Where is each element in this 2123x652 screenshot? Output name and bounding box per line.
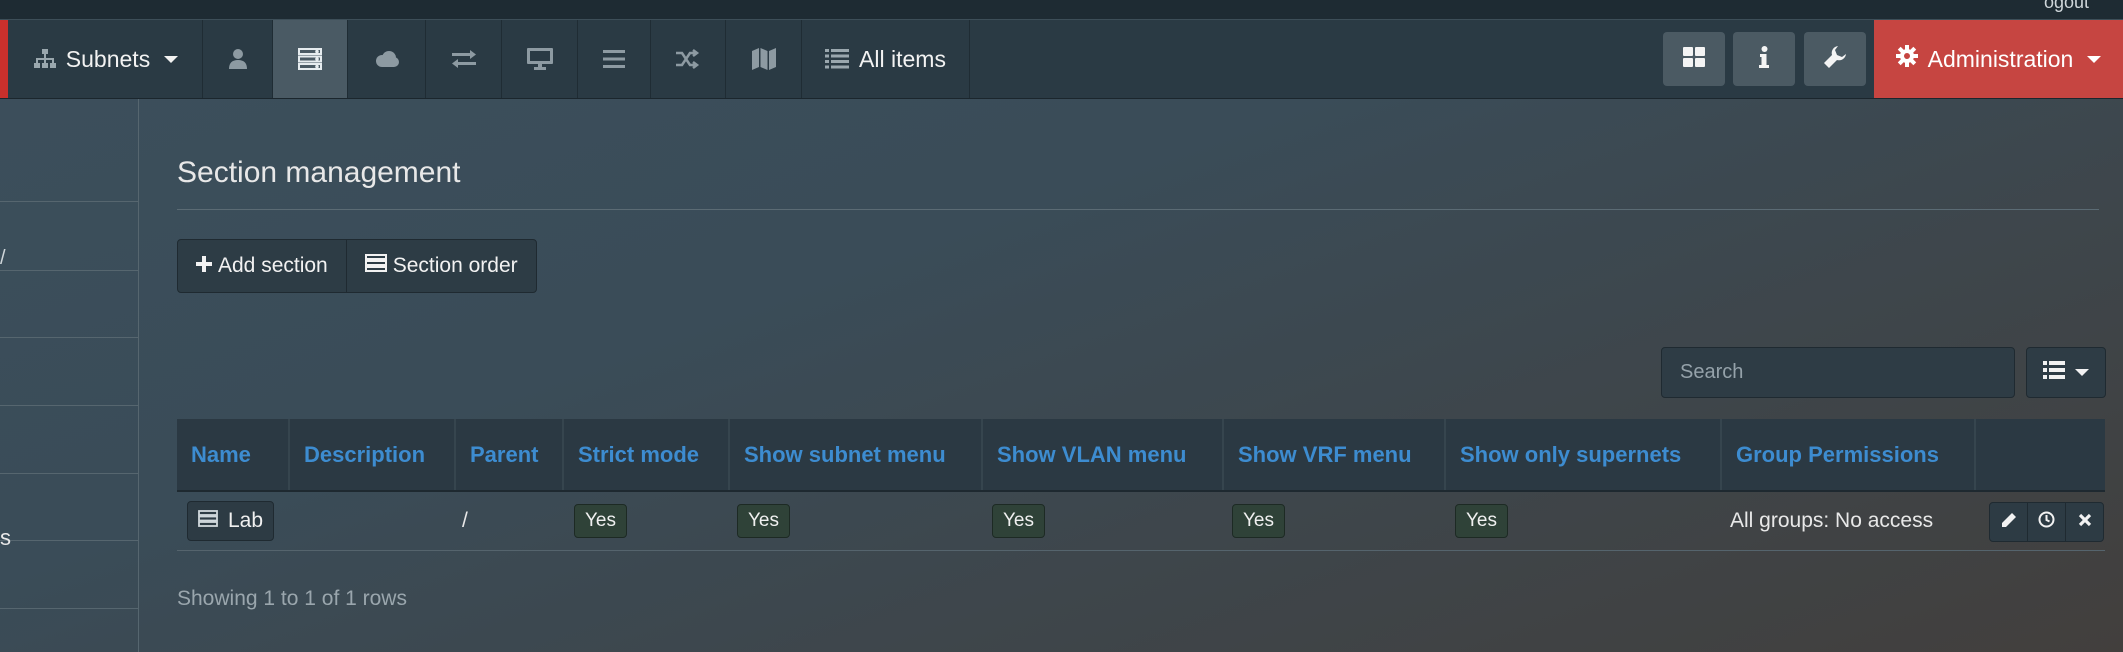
status-badge: Yes [992, 504, 1045, 538]
bars-icon [603, 50, 625, 68]
random-icon [676, 49, 700, 69]
top-strip: ogout [0, 0, 2123, 20]
list-icon [2043, 361, 2065, 384]
column-header-strict-mode[interactable]: Strict mode [564, 419, 730, 490]
sidebar-item[interactable] [0, 270, 138, 271]
monitor-icon [526, 48, 553, 70]
logout-link-partial[interactable]: ogout [2044, 0, 2089, 13]
section-order-button[interactable]: Section order [345, 240, 536, 292]
column-header-name[interactable]: Name [177, 419, 290, 490]
info-button[interactable] [1733, 32, 1795, 86]
columns-toggle-button[interactable] [2026, 347, 2106, 398]
history-button[interactable] [2027, 503, 2065, 541]
exchange-icon [451, 50, 476, 68]
cell-strict-mode: Yes [574, 492, 627, 550]
wrench-icon [1824, 45, 1846, 73]
column-header-description[interactable]: Description [290, 419, 456, 490]
delete-button[interactable] [2065, 503, 2103, 541]
edit-button[interactable] [1990, 503, 2027, 541]
chevron-down-icon [2087, 55, 2102, 63]
status-badge: Yes [737, 504, 790, 538]
gear-icon [1895, 45, 1918, 73]
sidebar-item[interactable] [0, 608, 138, 609]
status-badge: Yes [574, 504, 627, 538]
administration-menu[interactable]: Administration [1874, 20, 2123, 98]
cell-parent: / [462, 509, 468, 532]
cloud-icon [374, 50, 400, 68]
sidebar-item[interactable] [0, 405, 138, 406]
user-icon [228, 49, 247, 69]
column-header-show-vlan-menu[interactable]: Show VLAN menu [983, 419, 1224, 490]
nav-sections[interactable] [273, 20, 348, 98]
column-header-show-subnet-menu[interactable]: Show subnet menu [730, 419, 983, 490]
server-icon [198, 509, 218, 533]
server-icon [364, 254, 387, 278]
section-name-button[interactable]: Lab [187, 501, 275, 541]
column-header-actions [1976, 419, 2105, 490]
nav-all-items-label: All items [859, 45, 946, 72]
dashboard-icon [1683, 46, 1705, 72]
page-title: Section management [177, 156, 461, 189]
column-header-show-only-supernets[interactable]: Show only supernets [1446, 419, 1722, 490]
title-divider [177, 209, 2099, 210]
status-badge: Yes [1455, 504, 1508, 538]
sidebar-item[interactable] [0, 337, 138, 338]
sidebar-item[interactable] [0, 201, 138, 202]
chevron-down-icon [164, 55, 179, 63]
sidebar-item-label[interactable]: s [0, 525, 11, 551]
status-badge: Yes [1232, 504, 1285, 538]
close-icon [2078, 513, 2092, 532]
info-icon [1759, 45, 1769, 73]
row-actions [1989, 502, 2104, 542]
column-header-parent[interactable]: Parent [456, 419, 564, 490]
chevron-down-icon [2075, 369, 2089, 376]
nav-exchange[interactable] [426, 20, 502, 98]
nav-subnets-label: Subnets [65, 45, 151, 72]
sidebar-partial-mark: / [0, 247, 6, 269]
column-header-show-vrf-menu[interactable]: Show VRF menu [1224, 419, 1446, 490]
nav-users[interactable] [203, 20, 273, 98]
navbar: Subnets All items Administration [0, 20, 2123, 99]
search-input[interactable] [1661, 347, 2015, 398]
nav-map[interactable] [726, 20, 802, 98]
nav-devices[interactable] [502, 20, 578, 98]
add-section-label: Add section [218, 254, 328, 277]
sitemap-icon [33, 49, 56, 69]
sidebar-item[interactable] [0, 540, 138, 541]
server-icon [298, 48, 322, 70]
map-icon [751, 48, 776, 70]
navbar-accent [0, 20, 8, 98]
cell-group-permissions: All groups: No access [1730, 509, 1934, 532]
nav-subnets[interactable]: Subnets [10, 20, 203, 98]
cell-show-vrf-menu: Yes [1232, 492, 1285, 550]
pagination-info: Showing 1 to 1 of 1 rows [177, 587, 407, 610]
add-section-button[interactable]: Add section [178, 240, 346, 292]
tools-button[interactable] [1804, 32, 1866, 86]
table-header: Name Description Parent Strict mode Show… [177, 419, 2105, 492]
administration-label: Administration [1927, 45, 2074, 72]
section-order-label: Section order [392, 254, 518, 277]
cell-show-subnet-menu: Yes [737, 492, 790, 550]
plus-icon [196, 254, 212, 278]
nav-cloud[interactable] [348, 20, 426, 98]
sidebar: / s [0, 99, 139, 652]
sidebar-item[interactable] [0, 473, 138, 474]
pencil-icon [2001, 512, 2017, 533]
column-header-group-permissions[interactable]: Group Permissions [1722, 419, 1976, 490]
cell-name: Lab [187, 492, 275, 550]
clock-icon [2038, 511, 2055, 533]
table-row: Lab / Yes Yes Yes Yes Yes All groups: No… [177, 492, 2105, 551]
section-name-label: Lab [228, 509, 264, 532]
nav-random[interactable] [651, 20, 726, 98]
list-icon [825, 49, 850, 69]
dashboard-button[interactable] [1663, 32, 1725, 86]
nav-list[interactable] [578, 20, 651, 98]
nav-all-items[interactable]: All items [802, 20, 970, 98]
cell-show-vlan-menu: Yes [992, 492, 1045, 550]
cell-show-only-supernets: Yes [1455, 492, 1508, 550]
section-actions: Add section Section order [177, 239, 537, 293]
